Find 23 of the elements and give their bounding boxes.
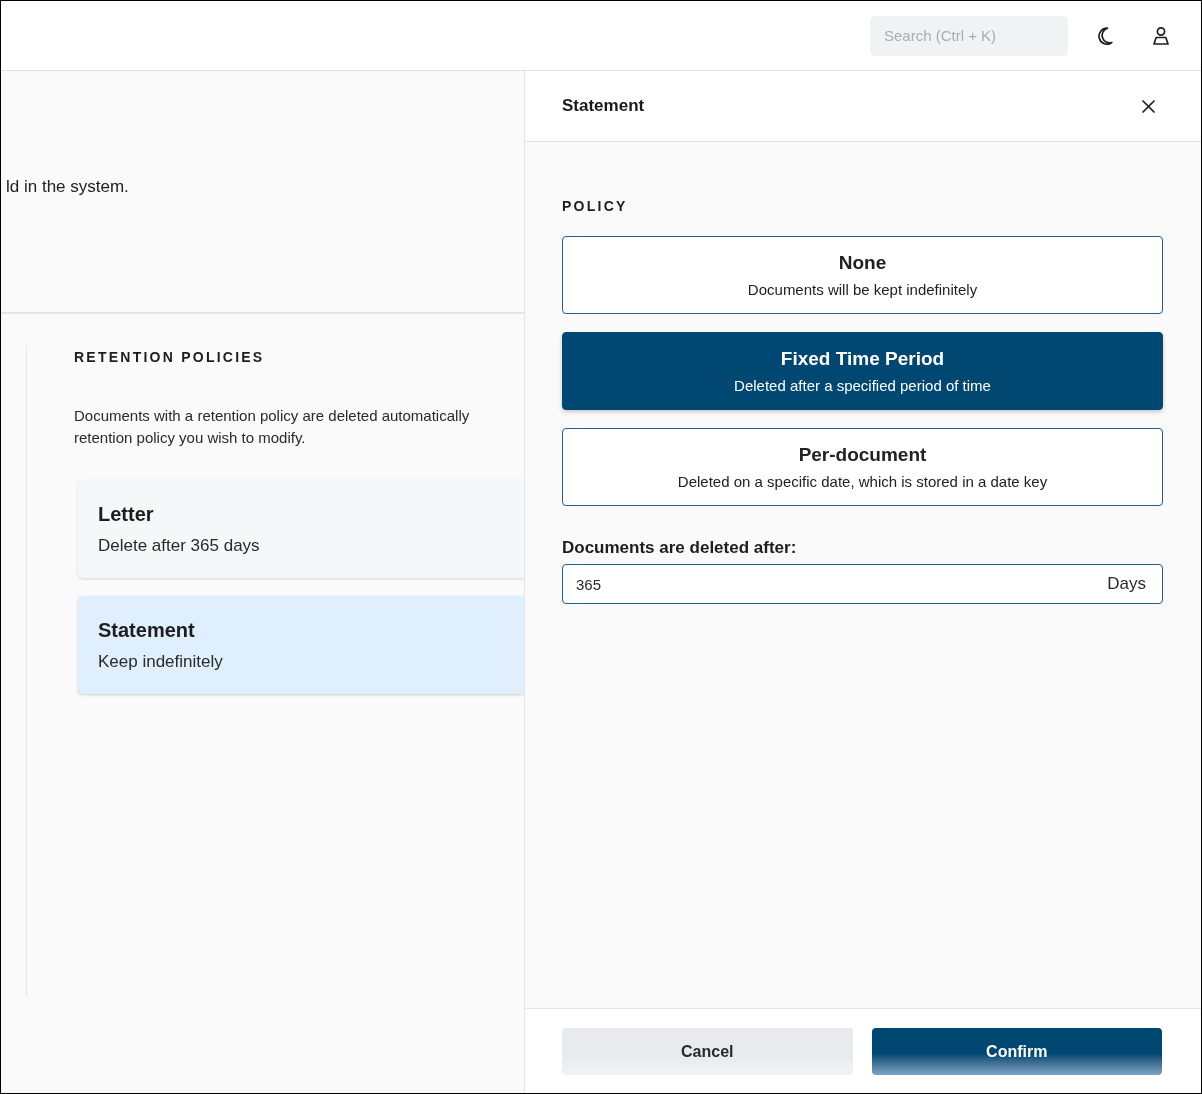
duration-label: Documents are deleted after: [562, 537, 797, 559]
policy-name: Letter [98, 502, 154, 527]
duration-field[interactable]: 365 Days [562, 564, 1163, 604]
policy-option[interactable]: Per-document Deleted on a specific date, which is stored in a date key [562, 428, 1163, 506]
policy-card[interactable]: Statement Keep indefinitely [78, 596, 524, 694]
policy-name: Statement [98, 618, 195, 643]
moon-icon[interactable] [1097, 26, 1113, 45]
section-title: RETENTION POLICIES [74, 348, 265, 366]
unit-label: Days [1107, 573, 1146, 596]
intro-text: ld in the system. [5, 175, 129, 198]
drawer-title: Statement [562, 95, 645, 118]
policy-option[interactable]: Fixed Time Period Deleted after a specified period of time [562, 332, 1163, 410]
search-field[interactable]: Search (Ctrl + K) [870, 15, 1068, 56]
policy-summary: Delete after 365 days [98, 535, 260, 557]
policy-label: POLICY [562, 197, 628, 215]
policy-summary: Keep indefinitely [98, 651, 223, 673]
policy-option[interactable]: None Documents will be kept indefinitely [562, 236, 1163, 314]
section-description: Documents with a retention policy are deleted automatically retention policy you wish to modify. [74, 406, 470, 448]
user-icon[interactable] [1152, 26, 1170, 45]
confirm-button[interactable]: Confirm [871, 1028, 1162, 1075]
cancel-button[interactable]: Cancel [562, 1028, 853, 1075]
policy-card[interactable]: Letter Delete after 365 days [78, 480, 524, 578]
close-icon[interactable] [1142, 99, 1155, 113]
